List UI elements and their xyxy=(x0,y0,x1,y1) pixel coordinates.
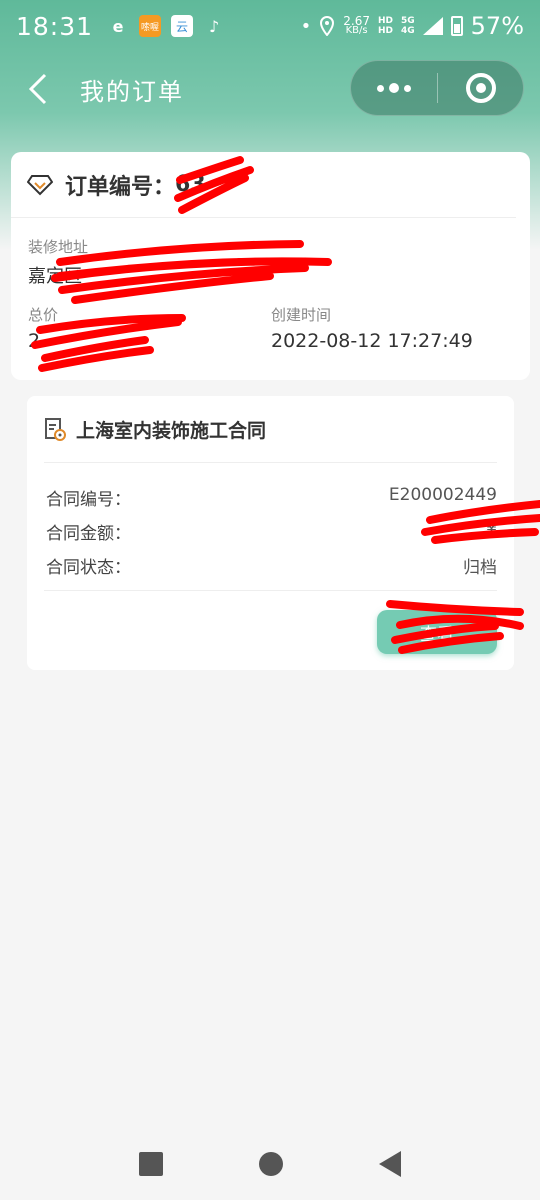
contract-divider xyxy=(44,590,497,591)
contract-status-label: 合同状态： xyxy=(46,558,131,578)
notification-dot-icon: • xyxy=(300,15,312,37)
miniprogram-capsule xyxy=(350,60,524,116)
more-dot-icon xyxy=(404,84,411,92)
network-speed: 2.67 KB/s xyxy=(343,15,370,36)
total-price-label: 总价 xyxy=(28,306,59,324)
tiktok-app-icon: ♪ xyxy=(208,16,220,36)
status-bar: 18:31 e 嗦喔 云 ♪ • 2.67 KB/s HD HD 5G 4G 57… xyxy=(0,0,540,52)
status-indicators: • 2.67 KB/s HD HD 5G 4G 57% xyxy=(301,12,524,40)
back-triangle-icon[interactable] xyxy=(379,1151,401,1177)
status-app-icons: e 嗦喔 云 ♪ xyxy=(107,15,225,37)
contract-status-row: 合同状态： 归档 xyxy=(46,553,497,578)
contract-document-icon xyxy=(45,418,66,441)
target-close-icon xyxy=(465,73,496,103)
total-price-value: 2 xyxy=(28,330,41,352)
created-time-label: 创建时间 xyxy=(271,306,332,324)
order-number-value: 63 xyxy=(175,172,206,197)
order-card: 订单编号： 63 装修地址 嘉定区 总价 2 创建时间 2022-08-12 1… xyxy=(11,152,530,380)
weibo-app-icon: e xyxy=(112,16,124,36)
contract-number-value: E200002449 xyxy=(388,485,497,505)
orange-app-icon: 嗦喔 xyxy=(139,15,162,37)
signal-icon xyxy=(422,17,443,35)
address-value: 嘉定区 xyxy=(28,266,82,287)
location-icon xyxy=(320,16,335,36)
system-navigation-bar xyxy=(0,1128,540,1200)
page-title: 我的订单 xyxy=(80,77,184,106)
more-dot-icon xyxy=(377,84,384,92)
status-time: 18:31 xyxy=(16,11,94,41)
battery-icon xyxy=(450,16,463,36)
address-label: 装修地址 xyxy=(28,238,89,256)
order-number-label: 订单编号： xyxy=(65,174,176,200)
chevron-left-icon xyxy=(28,73,47,105)
network-4g-label: 4G xyxy=(401,26,415,36)
back-button[interactable] xyxy=(8,58,68,120)
contract-number-row: 合同编号： E200002449 xyxy=(46,485,497,510)
contract-amount-row: 合同金额： ¥ xyxy=(46,519,497,544)
contract-title: 上海室内装饰施工合同 xyxy=(76,419,267,442)
cloud-app-icon: 云 xyxy=(171,15,194,37)
network-5g-label: 5G xyxy=(401,16,415,26)
contract-number-label: 合同编号： xyxy=(46,490,131,510)
close-miniprogram-button[interactable] xyxy=(438,61,523,115)
more-menu-button[interactable] xyxy=(351,61,437,115)
recent-apps-square-icon[interactable] xyxy=(139,1152,163,1176)
contract-status-value: 归档 xyxy=(463,558,497,578)
contract-header: 上海室内装饰施工合同 xyxy=(44,396,497,463)
navigation-bar: 我的订单 xyxy=(0,58,540,120)
home-circle-icon[interactable] xyxy=(259,1152,283,1176)
created-time-value: 2022-08-12 17:27:49 xyxy=(271,330,473,352)
network-speed-unit: KB/s xyxy=(345,25,368,36)
contract-amount-value: ¥ xyxy=(486,519,497,539)
more-dot-icon xyxy=(389,83,399,93)
view-contract-button[interactable]: 查看 xyxy=(377,610,497,654)
order-header: 订单编号： 63 xyxy=(11,152,516,218)
battery-percent: 57% xyxy=(470,12,524,40)
contract-card[interactable]: 上海室内装饰施工合同 合同编号： E200002449 合同金额： ¥ 合同状态… xyxy=(27,396,514,670)
hd-sim-icon: HD HD xyxy=(377,16,393,36)
diamond-icon xyxy=(27,174,53,195)
network-type-icon: 5G 4G xyxy=(401,16,415,36)
contract-amount-label: 合同金额： xyxy=(46,524,131,544)
